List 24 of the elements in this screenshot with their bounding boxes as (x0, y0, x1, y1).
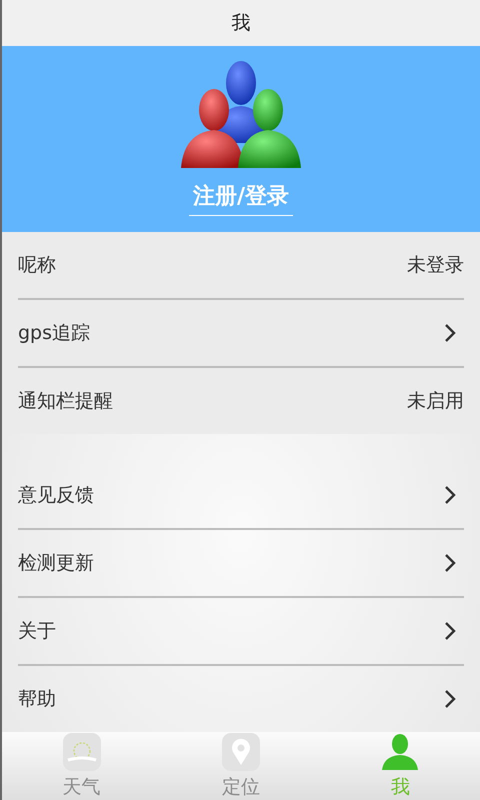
chevron-icon (444, 621, 456, 641)
chevron-icon (444, 689, 456, 709)
row-label: 帮助 (18, 687, 56, 712)
chevron-icon (444, 323, 456, 343)
settings-row[interactable]: 呢称 未登录 (18, 232, 464, 300)
row-label: 检测更新 (18, 551, 94, 576)
map-pin-icon (220, 732, 261, 772)
row-value: 未登录 (407, 253, 464, 278)
settings-row[interactable]: gps追踪 (18, 300, 464, 368)
chevron-icon (444, 553, 456, 573)
row-label: 关于 (18, 619, 56, 644)
settings-row[interactable]: 关于 (18, 598, 464, 666)
settings-row[interactable]: 帮助 (18, 666, 464, 732)
row-label: 呢称 (18, 253, 56, 278)
chevron-icon (444, 485, 456, 505)
person-icon (380, 732, 420, 772)
page-title: 我 (232, 10, 250, 36)
settings-row[interactable]: 检测更新 (18, 530, 464, 598)
row-label: 通知栏提醒 (18, 389, 113, 414)
row-label: 意见反馈 (18, 483, 94, 508)
settings-row[interactable]: 意见反馈 (18, 462, 464, 530)
settings-row[interactable]: 通知栏提醒 未启用 (18, 368, 464, 434)
row-value: 未启用 (407, 389, 464, 414)
row-label: gps追踪 (18, 321, 90, 346)
